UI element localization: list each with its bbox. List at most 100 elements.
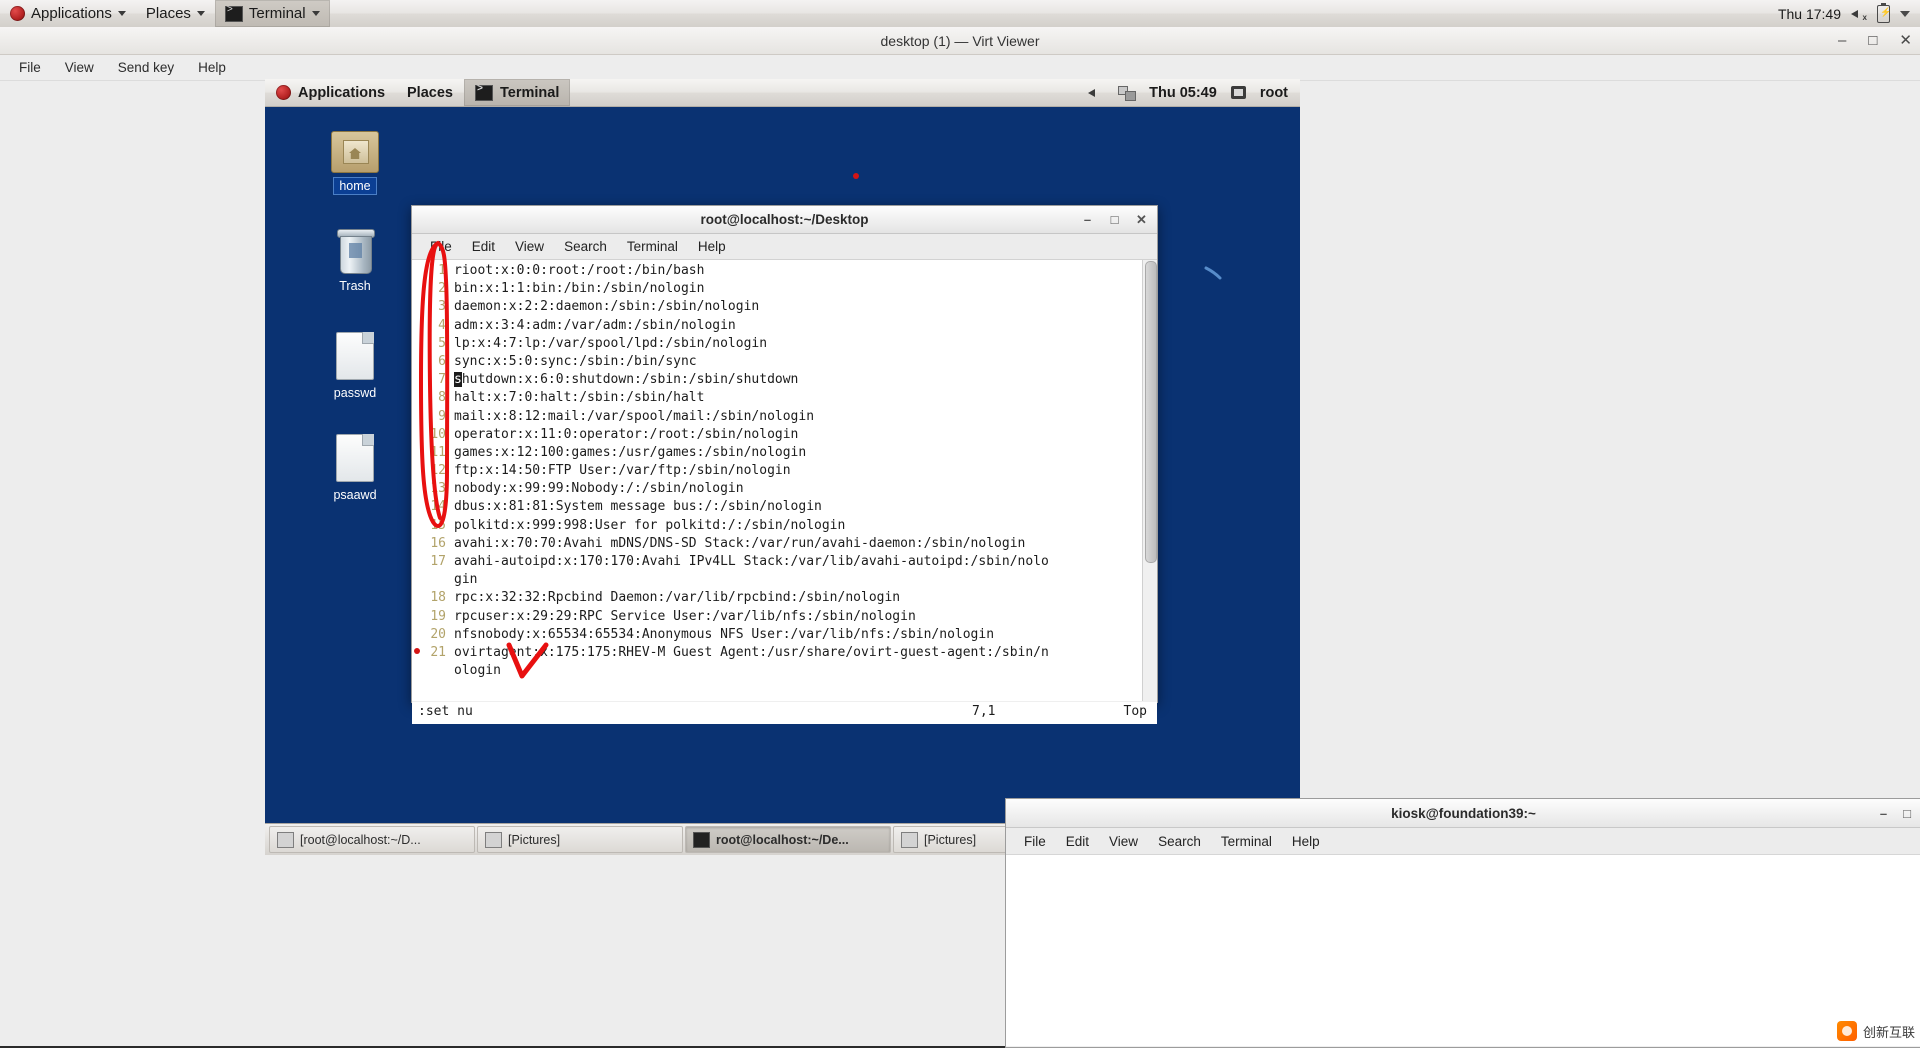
t2-menu-view[interactable]: View (1099, 832, 1148, 851)
vim-line-number: 2 (416, 280, 454, 298)
chevron-down-icon[interactable] (1900, 11, 1910, 17)
virt-viewer-title: desktop (1) — Virt Viewer (881, 33, 1040, 49)
desktop-icon-home[interactable]: home (309, 131, 401, 195)
host-applications-menu[interactable]: Applications (0, 0, 136, 27)
guest-terminal-window-item[interactable]: Terminal (464, 79, 570, 106)
secondary-maximize-button[interactable]: □ (1903, 806, 1911, 821)
vim-line-text: rpcuser:x:29:29:RPC Service User:/var/li… (454, 608, 916, 626)
terminal-scrollbar[interactable] (1142, 260, 1157, 701)
terminal-menu-view[interactable]: View (505, 237, 554, 256)
vim-line-number: 21 (416, 644, 454, 662)
network-icon[interactable] (1118, 86, 1135, 100)
guest-top-panel: Applications Places Terminal Thu 05:49 r… (265, 79, 1300, 107)
taskbar-button[interactable]: [root@localhost:~/D... (269, 826, 475, 853)
vim-line-text: games:x:12:100:games:/usr/games:/sbin/no… (454, 444, 806, 462)
t2-menu-edit[interactable]: Edit (1056, 832, 1099, 851)
secondary-terminal-title: kiosk@foundation39:~ (1391, 806, 1536, 821)
taskbar-button[interactable]: [Pictures] (477, 826, 683, 853)
desktop-icon-label: Trash (334, 278, 376, 294)
vv-menu-file[interactable]: File (8, 57, 52, 78)
vim-line-text: avahi-autoipd:x:170:170:Avahi IPv4LL Sta… (454, 553, 1049, 571)
desktop-icon-passwd[interactable]: passwd (309, 332, 401, 402)
files-icon (901, 832, 918, 848)
vim-line: 7shutdown:x:6:0:shutdown:/sbin:/sbin/shu… (416, 371, 1143, 389)
terminal-menu-terminal[interactable]: Terminal (617, 237, 688, 256)
vim-line-text: dbus:x:81:81:System message bus:/:/sbin/… (454, 498, 822, 516)
user-icon (1231, 86, 1246, 99)
desktop-icon-label: home (334, 178, 375, 194)
host-terminal-label: Terminal (249, 5, 306, 22)
host-applications-label: Applications (31, 5, 112, 22)
terminal-menu-search[interactable]: Search (554, 237, 617, 256)
terminal-icon (693, 832, 710, 848)
secondary-minimize-button[interactable]: – (1880, 806, 1887, 821)
terminal-icon (475, 85, 493, 101)
taskbar-button-label: [Pictures] (508, 833, 560, 847)
terminal-close-button[interactable]: ✕ (1134, 212, 1149, 227)
watermark: 创新互联 (1837, 1021, 1915, 1041)
maximize-button[interactable]: □ (1868, 33, 1877, 48)
terminal-titlebar: root@localhost:~/Desktop – □ ✕ (412, 206, 1157, 234)
terminal-menu-file[interactable]: File (420, 237, 462, 256)
terminal-menu-help[interactable]: Help (688, 237, 736, 256)
guest-applications-menu[interactable]: Applications (265, 79, 396, 106)
t2-menu-file[interactable]: File (1014, 832, 1056, 851)
minimize-button[interactable]: – (1838, 33, 1846, 48)
taskbar-button-label: [Pictures] (924, 833, 976, 847)
vim-line-text: nfsnobody:x:65534:65534:Anonymous NFS Us… (454, 626, 994, 644)
host-places-menu[interactable]: Places (136, 0, 215, 27)
volume-icon[interactable] (1088, 86, 1104, 100)
host-clock[interactable]: Thu 17:49 (1778, 6, 1841, 22)
t2-menu-help[interactable]: Help (1282, 832, 1330, 851)
window-icon (277, 832, 294, 848)
terminal-content[interactable]: 1rioot:x:0:0:root:/root:/bin/bash2bin:x:… (412, 260, 1157, 701)
vim-line: 17avahi-autoipd:x:170:170:Avahi IPv4LL S… (416, 553, 1143, 571)
guest-applications-label: Applications (298, 85, 385, 101)
terminal-icon (225, 6, 243, 22)
desktop-icon-psaawd[interactable]: psaawd (309, 434, 401, 504)
secondary-terminal-menubar: File Edit View Search Terminal Help (1006, 828, 1920, 855)
vim-line: 13nobody:x:99:99:Nobody:/:/sbin/nologin (416, 480, 1143, 498)
vv-menu-help[interactable]: Help (187, 57, 237, 78)
chevron-down-icon (312, 11, 320, 16)
vim-line: 5lp:x:4:7:lp:/var/spool/lpd:/sbin/nologi… (416, 335, 1143, 353)
host-terminal-window-item[interactable]: Terminal (215, 0, 330, 27)
vim-line-text: bin:x:1:1:bin:/bin:/sbin/nologin (454, 280, 704, 298)
guest-user-label[interactable]: root (1260, 85, 1288, 101)
scrollbar-thumb[interactable] (1145, 261, 1157, 563)
guest-clock[interactable]: Thu 05:49 (1149, 85, 1217, 101)
vv-menu-send-key[interactable]: Send key (107, 57, 185, 78)
watermark-logo-icon (1837, 1021, 1857, 1041)
vim-line: 19rpcuser:x:29:29:RPC Service User:/var/… (416, 608, 1143, 626)
secondary-terminal-window[interactable]: kiosk@foundation39:~ – □ File Edit View … (1005, 798, 1920, 1048)
volume-muted-icon[interactable]: x (1851, 7, 1867, 21)
taskbar-button[interactable]: root@localhost:~/De... (685, 826, 891, 853)
vim-line: 18rpc:x:32:32:Rpcbind Daemon:/var/lib/rp… (416, 589, 1143, 607)
document-icon (336, 434, 374, 482)
vim-line-text: lp:x:4:7:lp:/var/spool/lpd:/sbin/nologin (454, 335, 767, 353)
vim-line-number: 15 (416, 517, 454, 535)
folder-icon (331, 131, 379, 173)
fedora-logo-icon (276, 85, 291, 100)
vv-menu-view[interactable]: View (54, 57, 105, 78)
vim-line-number: 14 (416, 498, 454, 516)
t2-menu-search[interactable]: Search (1148, 832, 1211, 851)
vim-line: 11games:x:12:100:games:/usr/games:/sbin/… (416, 444, 1143, 462)
guest-places-menu[interactable]: Places (396, 79, 464, 106)
t2-menu-terminal[interactable]: Terminal (1211, 832, 1282, 851)
vim-line-text: ovirtagent:x:175:175:RHEV-M Guest Agent:… (454, 644, 1049, 662)
close-button[interactable]: ✕ (1899, 33, 1912, 48)
vim-line-text: gin (454, 571, 477, 589)
desktop-icon-trash[interactable]: Trash (309, 229, 401, 295)
vim-line-number: 10 (416, 426, 454, 444)
terminal-minimize-button[interactable]: – (1080, 212, 1095, 227)
vim-line-number: 7 (416, 371, 454, 389)
terminal-window[interactable]: root@localhost:~/Desktop – □ ✕ File Edit… (411, 205, 1158, 703)
vim-line-number: 8 (416, 389, 454, 407)
vim-line-text: shutdown:x:6:0:shutdown:/sbin:/sbin/shut… (454, 371, 798, 389)
guest-desktop-viewport[interactable]: Applications Places Terminal Thu 05:49 r… (265, 79, 1300, 855)
secondary-terminal-content[interactable] (1006, 855, 1920, 1046)
battery-icon[interactable]: ⚡ (1877, 5, 1890, 23)
terminal-menu-edit[interactable]: Edit (462, 237, 505, 256)
terminal-maximize-button[interactable]: □ (1107, 212, 1122, 227)
